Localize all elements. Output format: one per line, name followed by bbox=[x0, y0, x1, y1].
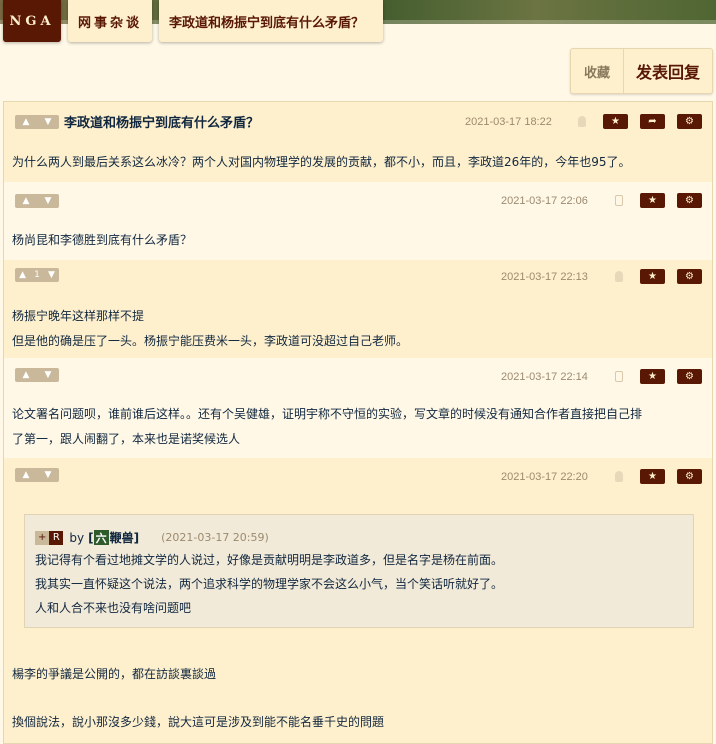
vote-buttons[interactable]: ▲ ▼ bbox=[15, 194, 59, 208]
vote-buttons[interactable]: ▲ 1 ▼ bbox=[15, 268, 59, 282]
reply-button[interactable]: 发表回复 bbox=[624, 59, 712, 83]
phone-icon bbox=[615, 195, 623, 206]
user-badge-icon: 六 bbox=[93, 530, 109, 545]
post-body: 为什么两人到最后关系这么冰冷？两个人对国内物理学的发展的贡献，都不小，而且，李政… bbox=[12, 155, 631, 169]
post-body-line: 楊李的爭議是公開的，都在訪談裏談過 bbox=[12, 667, 217, 681]
vote-count: 1 bbox=[34, 270, 40, 280]
star-icon: ★ bbox=[611, 116, 620, 127]
breadcrumb-board[interactable]: 网事杂谈 bbox=[68, 0, 152, 42]
star-button[interactable]: ★ bbox=[640, 369, 665, 384]
post-reply: ▲ ▼ 2021-03-17 22:20 ★ ⚙ + R by [ 六 鞭兽 ] … bbox=[4, 458, 712, 743]
gear-icon: ⚙ bbox=[685, 471, 694, 482]
android-icon bbox=[578, 116, 586, 127]
quote-time: (2021-03-17 20:59) bbox=[161, 531, 269, 544]
nga-logo[interactable]: NGA bbox=[3, 0, 61, 42]
quote-user[interactable]: [ 六 鞭兽 ] bbox=[88, 529, 139, 546]
quote-username[interactable]: 鞭兽 bbox=[110, 529, 134, 546]
star-icon: ★ bbox=[648, 195, 657, 206]
android-icon bbox=[615, 471, 623, 482]
thumbs-up-icon[interactable]: ▲ bbox=[19, 270, 26, 280]
quote-bracket-close: ] bbox=[133, 530, 140, 545]
star-button[interactable]: ★ bbox=[640, 269, 665, 284]
star-icon: ★ bbox=[648, 271, 657, 282]
star-button[interactable]: ★ bbox=[640, 469, 665, 484]
settings-button[interactable]: ⚙ bbox=[677, 114, 702, 129]
post-body-line: 但是他的确是压了一头。杨振宁能压费米一头，李政道可没超过自己老师。 bbox=[12, 334, 409, 348]
android-icon bbox=[615, 271, 623, 282]
post-body-line: 換個說法，說小那沒多少錢，說大這可是涉及到能不能名垂千史的問題 bbox=[12, 715, 385, 729]
vote-buttons[interactable]: ▲ ▼ bbox=[15, 368, 59, 382]
thread-actions: 收藏 发表回复 bbox=[570, 48, 713, 94]
post-body-line: 了第一，跟人闹翻了，本来也是诺奖候选人 bbox=[12, 432, 241, 446]
thumbs-down-icon[interactable]: ▼ bbox=[45, 470, 52, 480]
star-icon: ★ bbox=[648, 471, 657, 482]
thumbs-down-icon[interactable]: ▼ bbox=[45, 117, 52, 127]
thread-posts: ▲ ▼ 李政道和杨振宁到底有什么矛盾？ 2021-03-17 18:22 ★ ➦ … bbox=[3, 101, 713, 744]
quote-line: 我其实一直怀疑这个说法，两个追求科学的物理学家不会这么小气，当个笑话听就好了。 bbox=[35, 577, 504, 591]
thumbs-up-icon[interactable]: ▲ bbox=[23, 117, 30, 127]
quote-block: + R by [ 六 鞭兽 ] (2021-03-17 20:59) 我记得有个… bbox=[24, 514, 694, 628]
settings-button[interactable]: ⚙ bbox=[677, 369, 702, 384]
star-button[interactable]: ★ bbox=[640, 193, 665, 208]
thumbs-down-icon[interactable]: ▼ bbox=[48, 270, 55, 280]
gear-icon: ⚙ bbox=[685, 371, 694, 382]
gear-icon: ⚙ bbox=[685, 195, 694, 206]
vote-buttons[interactable]: ▲ ▼ bbox=[15, 115, 59, 129]
quote-line: 我记得有个看过地摊文学的人说过，好像是贡献明明是李政道多，但是名字是杨在前面。 bbox=[35, 553, 504, 567]
post-date: 2021-03-17 22:14 bbox=[501, 371, 588, 383]
gear-icon: ⚙ bbox=[685, 116, 694, 127]
post-title: 李政道和杨振宁到底有什么矛盾？ bbox=[64, 116, 260, 131]
settings-button[interactable]: ⚙ bbox=[677, 193, 702, 208]
post-body-line: 杨振宁晚年这样那样不提 bbox=[12, 309, 145, 323]
phone-icon bbox=[615, 371, 623, 382]
post-reply: ▲ ▼ 2021-03-17 22:14 ★ ⚙ 论文署名问题呗，谁前谁后这样。。… bbox=[4, 358, 712, 458]
post-date: 2021-03-17 22:13 bbox=[501, 271, 588, 283]
thumbs-up-icon[interactable]: ▲ bbox=[23, 470, 30, 480]
post-date: 2021-03-17 22:06 bbox=[501, 195, 588, 207]
post-body: 杨尚昆和李德胜到底有什么矛盾？ bbox=[12, 233, 193, 247]
vote-buttons[interactable]: ▲ ▼ bbox=[15, 468, 59, 482]
post-main: ▲ ▼ 李政道和杨振宁到底有什么矛盾？ 2021-03-17 18:22 ★ ➦ … bbox=[4, 102, 712, 182]
post-body-line: 论文署名问题呗，谁前谁后这样。。还有个吴健雄，证明宇称不守恒的实验，写文章的时候… bbox=[12, 407, 643, 421]
breadcrumb-thread[interactable]: 李政道和杨振宁到底有什么矛盾？ bbox=[159, 0, 383, 42]
post-date: 2021-03-17 18:22 bbox=[465, 116, 552, 128]
star-icon: ★ bbox=[648, 371, 657, 382]
post-date: 2021-03-17 22:20 bbox=[501, 471, 588, 483]
quote-line: 人和人合不来也没有啥问题吧 bbox=[35, 601, 192, 615]
quote-header: + R by [ 六 鞭兽 ] (2021-03-17 20:59) bbox=[35, 529, 269, 546]
quote-plus[interactable]: + bbox=[35, 530, 50, 545]
favorite-button[interactable]: 收藏 bbox=[571, 49, 624, 93]
post-reply: ▲ 1 ▼ 2021-03-17 22:13 ★ ⚙ 杨振宁晚年这样那样不提 但是他… bbox=[4, 260, 712, 358]
settings-button[interactable]: ⚙ bbox=[677, 269, 702, 284]
share-icon: ➦ bbox=[648, 116, 657, 127]
thumbs-up-icon[interactable]: ▲ bbox=[23, 370, 30, 380]
post-reply: ▲ ▼ 2021-03-17 22:06 ★ ⚙ 杨尚昆和李德胜到底有什么矛盾？ bbox=[4, 182, 712, 260]
thumbs-down-icon[interactable]: ▼ bbox=[45, 196, 52, 206]
settings-button[interactable]: ⚙ bbox=[677, 469, 702, 484]
thumbs-down-icon[interactable]: ▼ bbox=[45, 370, 52, 380]
quote-reply-badge[interactable]: R bbox=[49, 530, 64, 545]
gear-icon: ⚙ bbox=[685, 271, 694, 282]
share-button[interactable]: ➦ bbox=[640, 114, 665, 129]
quote-by: by bbox=[69, 530, 85, 545]
star-button[interactable]: ★ bbox=[603, 114, 628, 129]
thumbs-up-icon[interactable]: ▲ bbox=[23, 196, 30, 206]
